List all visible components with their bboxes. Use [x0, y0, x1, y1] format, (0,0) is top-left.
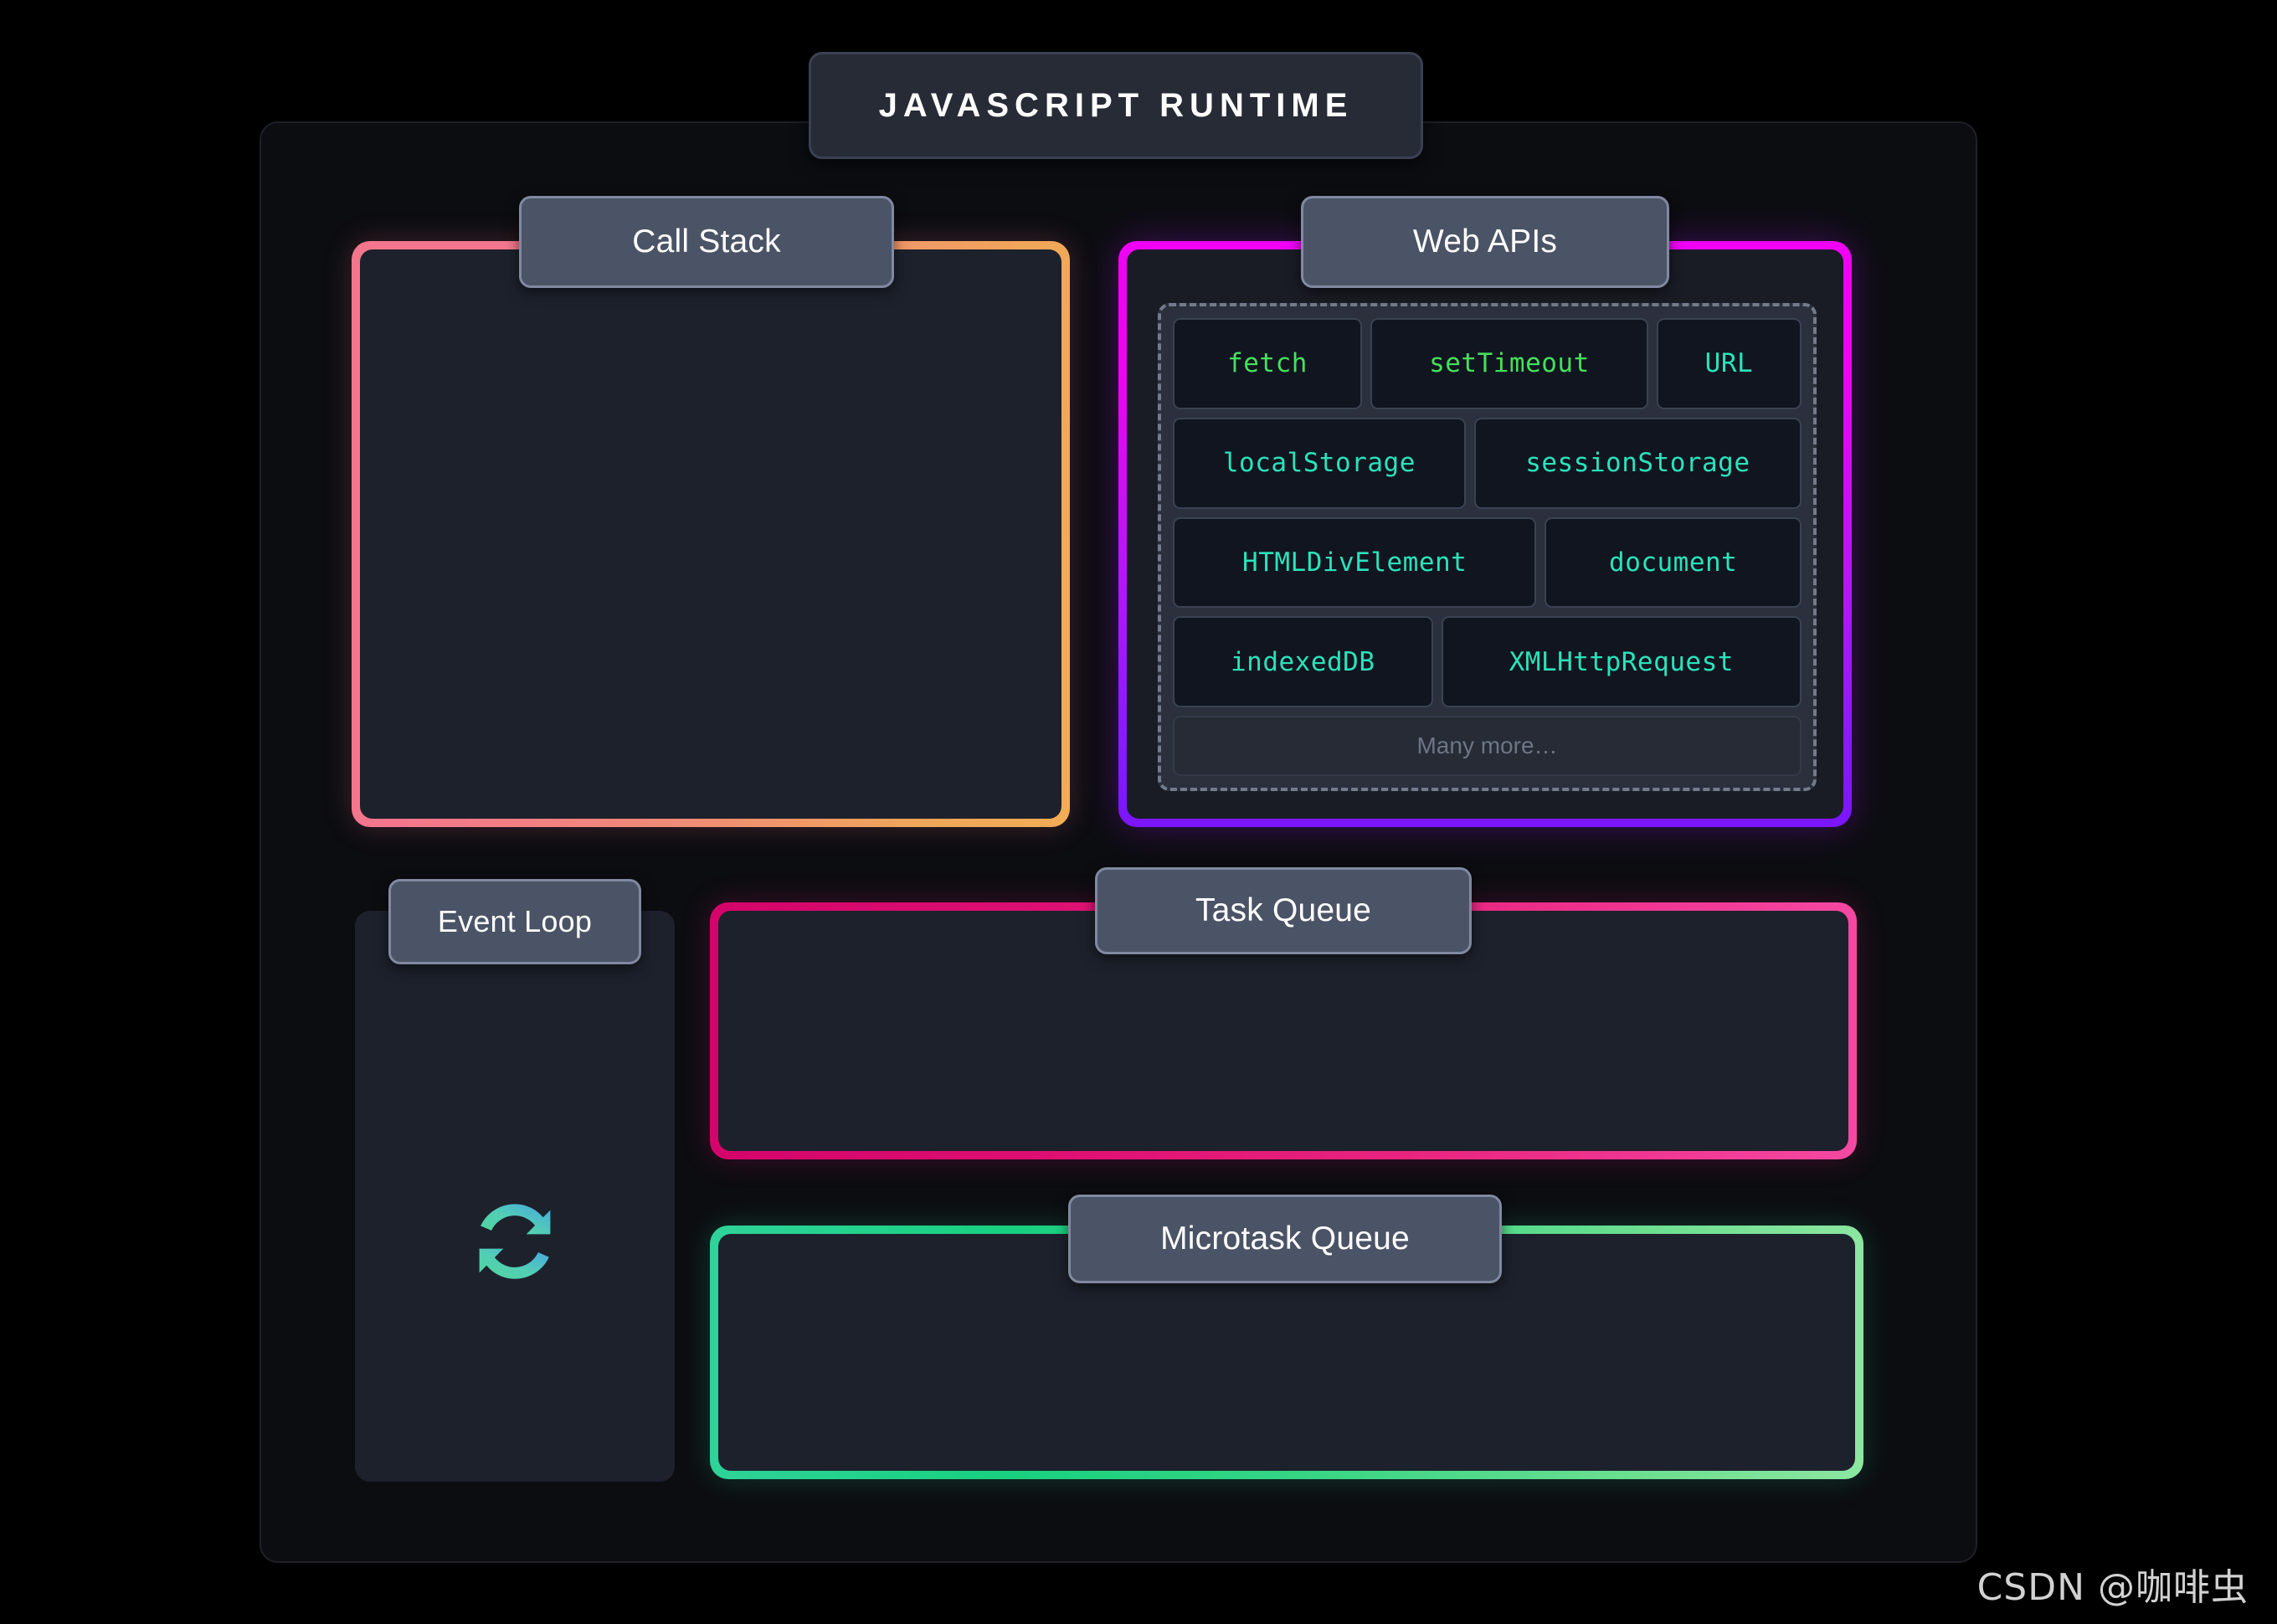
call-stack-body: [360, 249, 1061, 819]
web-api-chip-fetch[interactable]: fetch: [1173, 318, 1363, 409]
task-queue-label: Task Queue: [1095, 867, 1472, 954]
web-api-chip-document[interactable]: document: [1545, 516, 1802, 609]
web-api-chip-htmldivelement[interactable]: HTMLDivElement: [1173, 516, 1537, 609]
web-apis-row: indexedDB XMLHttpRequest: [1173, 616, 1802, 707]
web-apis-row: HTMLDivElement document: [1173, 516, 1802, 609]
web-api-chip-xmlhttprequest[interactable]: XMLHttpRequest: [1441, 616, 1802, 707]
web-apis-label: Web APIs: [1301, 196, 1669, 288]
event-loop-panel: [355, 911, 675, 1482]
web-api-chip-localstorage[interactable]: localStorage: [1173, 417, 1466, 509]
call-stack-label: Call Stack: [519, 196, 894, 288]
web-api-chip-indexeddb[interactable]: indexedDB: [1173, 616, 1433, 707]
web-apis-row: localStorage sessionStorage: [1173, 417, 1802, 509]
diagram-canvas: JAVASCRIPT RUNTIME Call Stack fetch setT…: [0, 0, 2277, 1624]
call-stack-panel: [352, 241, 1070, 827]
web-apis-list-container: fetch setTimeout URL localStorage sessio…: [1158, 303, 1817, 791]
event-loop-icon-wrap: [355, 1187, 675, 1296]
web-apis-row: fetch setTimeout URL: [1173, 318, 1802, 409]
microtask-queue-label: Microtask Queue: [1068, 1195, 1502, 1283]
web-api-chip-url[interactable]: URL: [1656, 318, 1802, 409]
runtime-title: JAVASCRIPT RUNTIME: [809, 52, 1423, 159]
circular-arrows-refresh-icon: [479, 1204, 551, 1279]
web-api-chip-sessionstorage[interactable]: sessionStorage: [1473, 417, 1802, 509]
web-apis-many-more-label: Many more…: [1173, 716, 1802, 776]
event-loop-label: Event Loop: [388, 879, 641, 964]
csdn-watermark: CSDN @咖啡虫: [1976, 1566, 2249, 1609]
web-api-chip-settimeout[interactable]: setTimeout: [1370, 318, 1648, 409]
